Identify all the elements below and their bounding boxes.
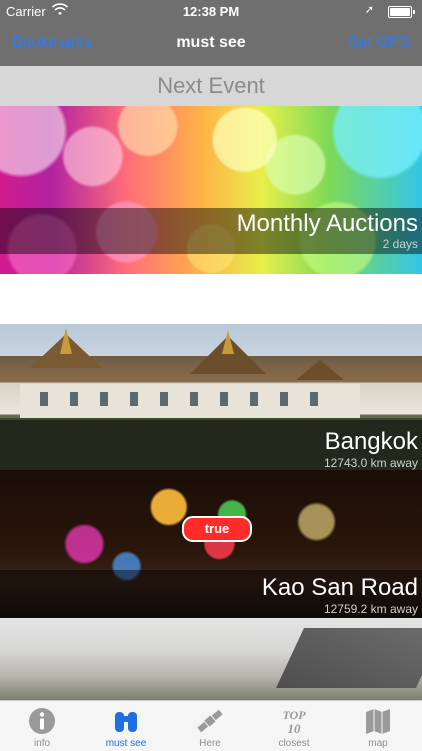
tab-info[interactable]: info <box>0 701 84 751</box>
info-icon <box>27 706 57 736</box>
map-icon <box>363 706 393 736</box>
status-time: 12:38 PM <box>182 4 240 19</box>
overpass-illustration <box>276 628 422 688</box>
location-arrow-icon: ➚ <box>364 4 374 16</box>
set-gps-button[interactable]: Set GPS <box>348 34 410 52</box>
tab-label-map: map <box>368 738 388 749</box>
status-bar: Carrier 12:38 PM ➚ <box>0 0 422 22</box>
place-card-bangkok[interactable]: Bangkok 12743.0 km away <box>0 324 422 470</box>
place-card-partial[interactable] <box>0 618 422 700</box>
neon-sign: true <box>182 516 252 542</box>
spacer <box>0 274 422 324</box>
event-title: Monthly Auctions <box>236 210 418 237</box>
tab-label-here: Here <box>199 738 221 749</box>
tab-label-closest: closest <box>278 738 310 749</box>
tab-closest[interactable]: TOP 10 closest <box>252 701 336 751</box>
binoculars-icon <box>111 706 141 736</box>
tab-map[interactable]: map <box>336 701 420 751</box>
tab-bar: info must see Here TOP 10 closest map <box>0 700 422 751</box>
battery-icon <box>388 6 415 18</box>
svg-text:10: 10 <box>288 721 302 736</box>
place-card-kao-san-road[interactable]: true Kao San Road 12759.2 km away <box>0 470 422 618</box>
satellite-icon <box>195 706 225 736</box>
place-title-bangkok: Bangkok <box>324 428 418 455</box>
tab-must-see[interactable]: must see <box>84 701 168 751</box>
top10-icon: TOP 10 <box>274 706 314 736</box>
event-card[interactable]: Monthly Auctions 2 days <box>0 106 422 274</box>
place-distance-kao-san-road: 12759.2 km away <box>323 602 418 616</box>
section-header-next-event: Next Event <box>0 66 422 106</box>
tab-label-must-see: must see <box>105 738 147 749</box>
place-title-kao-san-road: Kao San Road <box>261 574 418 601</box>
navigation-bar: Bookmarks must see Set GPS <box>0 22 422 66</box>
svg-text:TOP: TOP <box>282 708 306 722</box>
place-distance-bangkok: 12743.0 km away <box>323 456 418 470</box>
event-countdown: 2 days <box>382 237 418 251</box>
tab-here[interactable]: Here <box>168 701 252 751</box>
tab-label-info: info <box>33 738 51 749</box>
